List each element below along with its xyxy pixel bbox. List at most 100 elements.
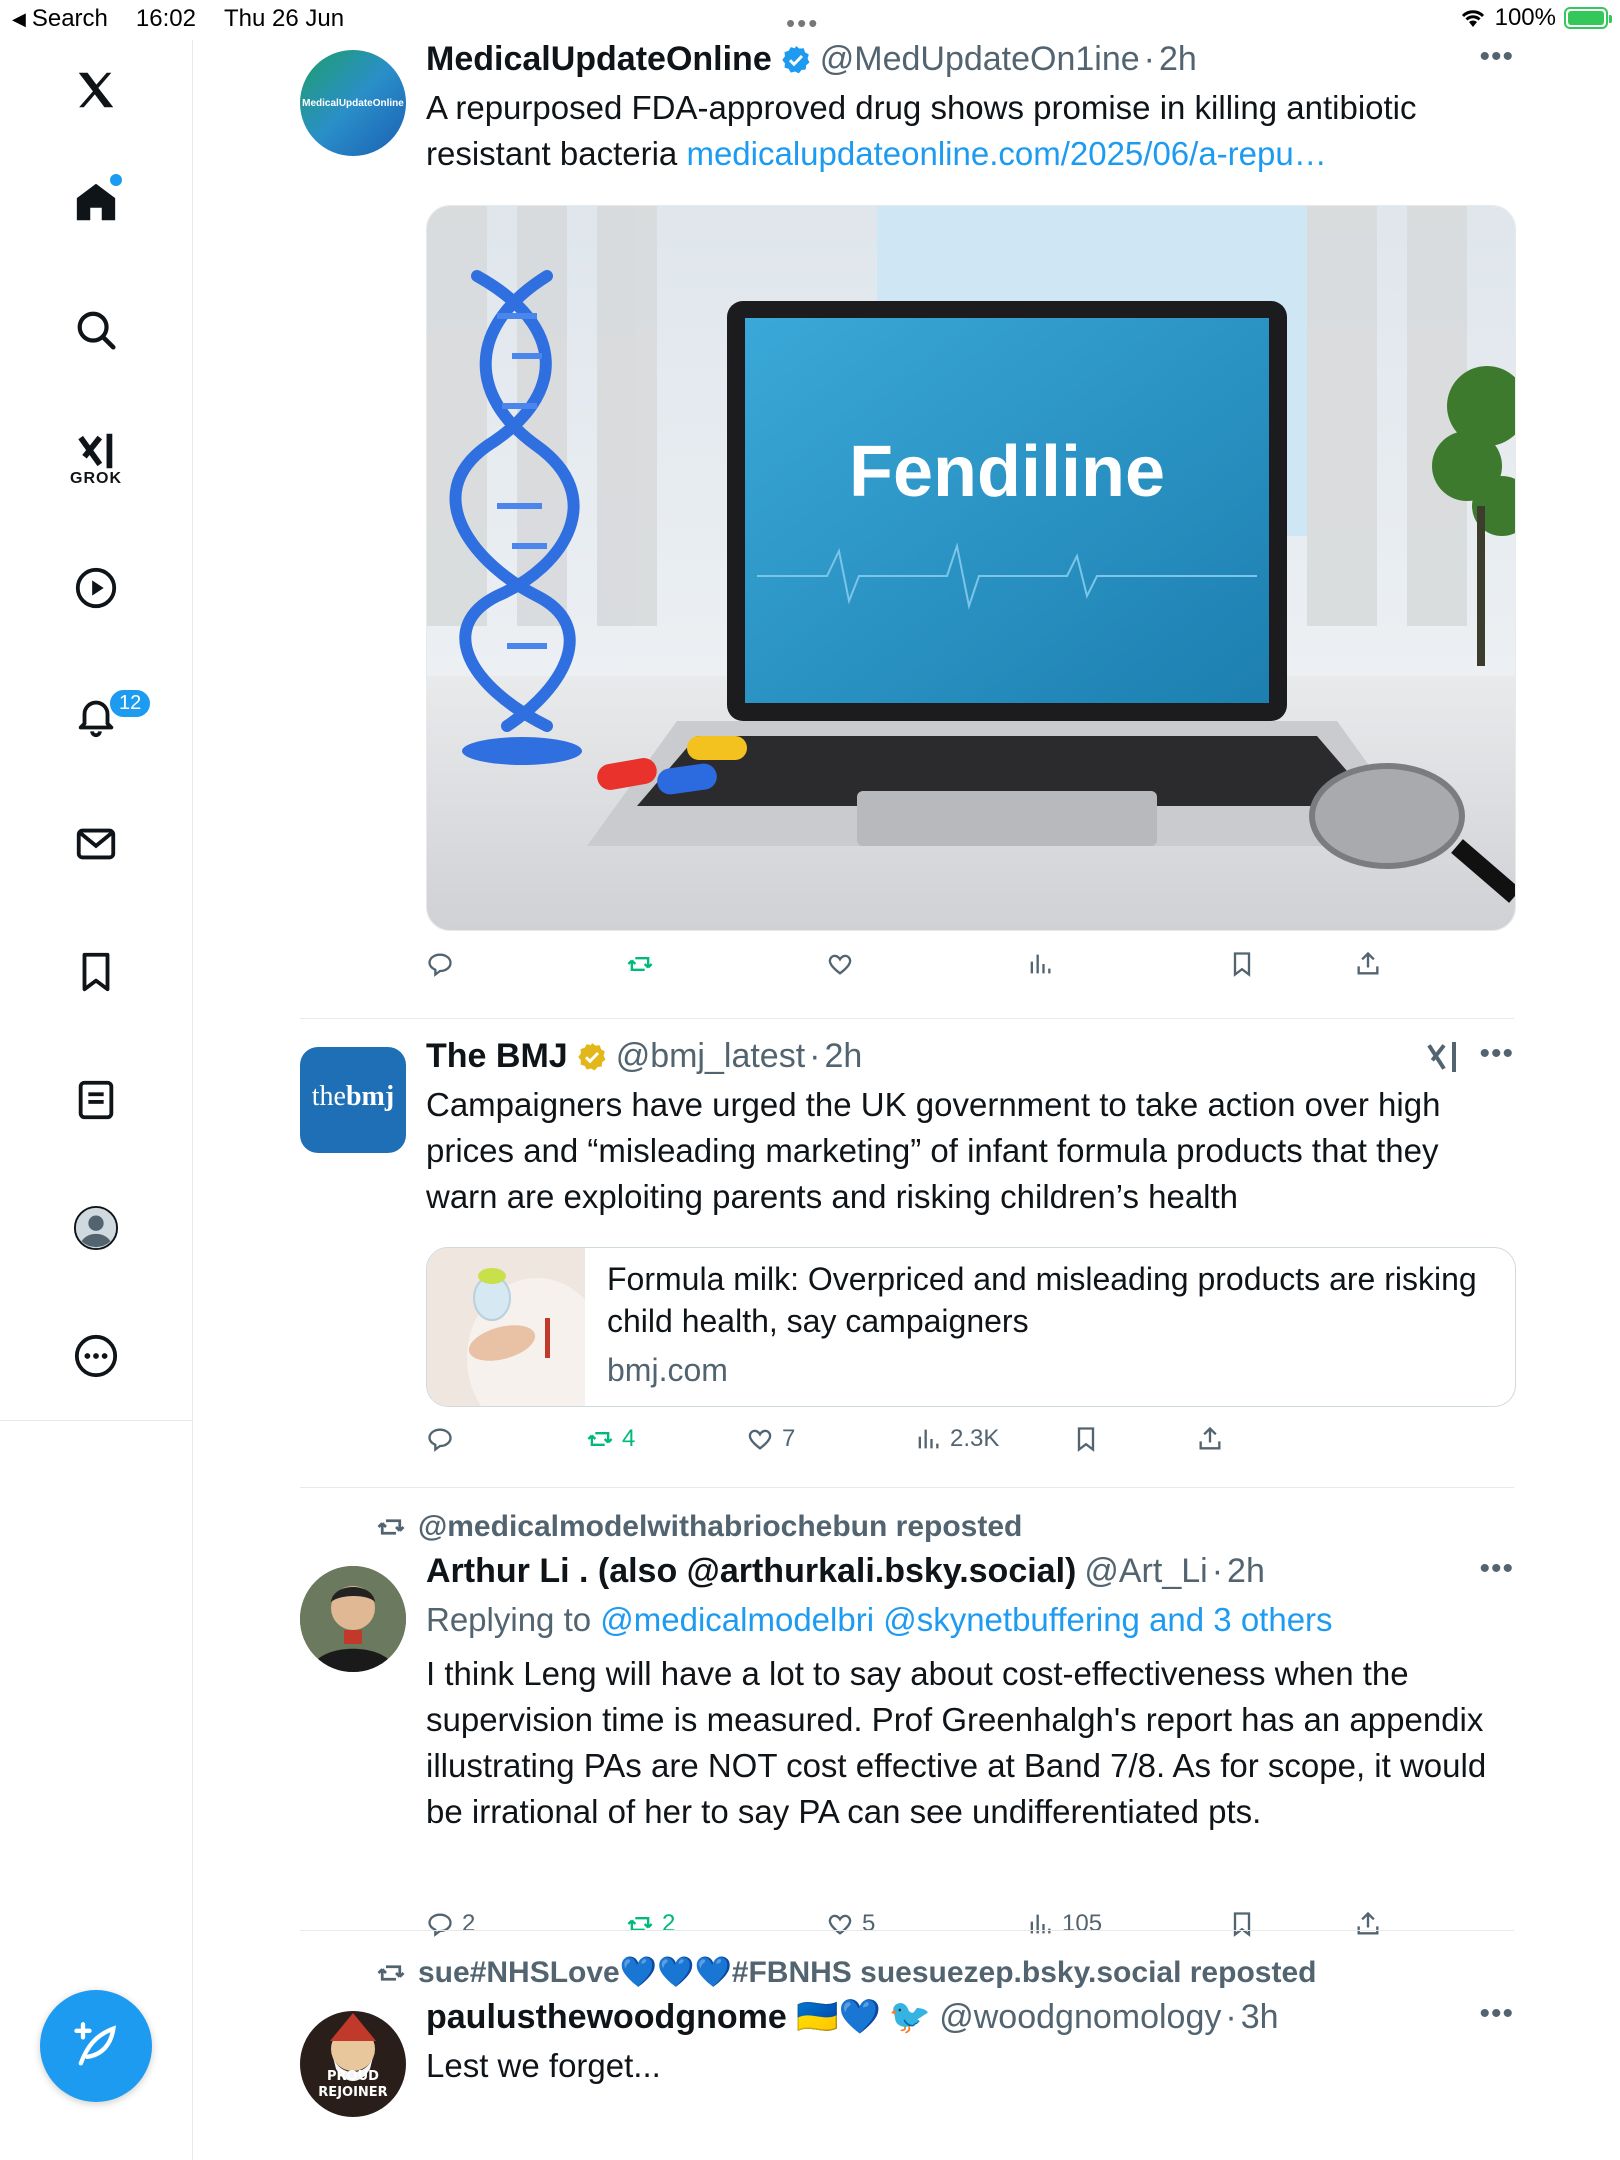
replying-to: Replying to @medicalmodelbri @skynetbuff… (426, 1601, 1514, 1639)
avatar-text-bmj: bmj (345, 1081, 395, 1112)
repost-button[interactable]: 2 (626, 1910, 675, 1938)
repost-attribution[interactable]: @medicalmodelwithabriochebun reposted (376, 1510, 1022, 1544)
replying-to-mentions[interactable]: @medicalmodelbri @skynetbuffering and 3 … (600, 1601, 1332, 1638)
post-time[interactable]: 2h (825, 1037, 863, 1076)
nav-home[interactable] (56, 162, 136, 242)
more-options-button[interactable]: ••• (1479, 1552, 1514, 1586)
grok-label: GROK (70, 470, 122, 487)
home-icon (76, 183, 116, 221)
meta-separator: · (809, 1037, 821, 1075)
reposted-by-label: @medicalmodelwithabriochebun reposted (418, 1510, 1023, 1543)
more-options-button[interactable]: ••• (1479, 1997, 1514, 2031)
twitter-bird-icon: 🐦 (888, 1998, 932, 2036)
nav-profile[interactable] (56, 1188, 136, 1268)
like-button[interactable] (826, 950, 862, 978)
author-name[interactable]: The BMJ (426, 1037, 568, 1076)
views-button[interactable] (1026, 950, 1062, 978)
sidebar: GROK 12 (0, 40, 193, 2160)
repost-button[interactable]: 4 (586, 1425, 635, 1453)
search-icon (77, 311, 116, 350)
more-options-button[interactable]: ••• (1479, 1037, 1514, 1071)
nav-video[interactable] (56, 548, 136, 628)
status-time: 16:02 (135, 5, 196, 32)
bookmark-icon (82, 952, 110, 992)
bookmark-button[interactable] (1228, 1910, 1256, 1938)
media-overlay-text: Fendiline (849, 432, 1165, 512)
tweet-text: Lest we forget... (426, 2047, 661, 2084)
tweet[interactable]: MedicalUpdateOnline MedicalUpdateOnline … (300, 40, 1516, 1020)
tweet-text: Campaigners have urged the UK government… (426, 1086, 1441, 1215)
author-name[interactable]: MedicalUpdateOnline (426, 40, 772, 79)
share-icon (1357, 1911, 1379, 1935)
bookmark-icon (1233, 952, 1251, 977)
x-logo-button[interactable] (56, 50, 136, 130)
share-button[interactable] (1196, 1425, 1224, 1453)
tweet-link[interactable]: medicalupdateonline.com/2025/06/a-repu… (686, 135, 1326, 172)
share-button[interactable] (1354, 950, 1382, 978)
avatar-text: PROUD REJOINER (318, 2069, 388, 2100)
reply-button[interactable] (426, 950, 462, 978)
repost-button[interactable] (626, 950, 662, 978)
views-button[interactable]: 2.3K (914, 1425, 999, 1453)
repost-count: 4 (622, 1425, 636, 1452)
link-card-domain: bmj.com (607, 1352, 728, 1388)
compose-post-button[interactable] (40, 1990, 152, 2102)
tweet[interactable]: @medicalmodelwithabriochebun reposted Ar… (300, 1510, 1514, 1940)
multitasking-dots-icon[interactable]: ••• (786, 8, 819, 39)
author-name[interactable]: paulusthewoodgnome 🇺🇦💙 (426, 1997, 881, 2037)
like-button[interactable]: 5 (826, 1910, 875, 1938)
like-button[interactable]: 7 (746, 1425, 795, 1453)
bookmark-button[interactable] (1228, 950, 1256, 978)
nav-messages[interactable] (56, 804, 136, 884)
avatar[interactable]: thebmj (300, 1047, 406, 1153)
avatar[interactable] (300, 1566, 406, 1672)
post-time[interactable]: 2h (1227, 1552, 1265, 1591)
post-time[interactable]: 2h (1159, 40, 1197, 79)
avatar[interactable]: MedicalUpdateOnline (300, 50, 406, 156)
grok-explain-icon[interactable] (1424, 1037, 1464, 1077)
x-logo-icon (78, 72, 114, 108)
nav-bookmarks[interactable] (56, 932, 136, 1012)
home-unread-dot (110, 174, 122, 186)
tweet-media-image[interactable]: Fendiline (426, 205, 1516, 931)
reply-icon (428, 953, 452, 977)
link-card-title: Formula milk: Overpriced and misleading … (607, 1261, 1477, 1339)
meta-separator: · (1143, 40, 1155, 78)
avatar[interactable]: PROUD REJOINER (300, 2011, 406, 2117)
bookmark-button[interactable] (1072, 1425, 1100, 1453)
author-handle[interactable]: @bmj_latest (616, 1037, 805, 1076)
more-options-button[interactable]: ••• (1479, 40, 1514, 74)
heart-icon (828, 954, 852, 975)
like-count: 5 (862, 1910, 876, 1937)
author-name[interactable]: Arthur Li . (also @arthurkali.bsky.socia… (426, 1552, 1076, 1591)
nav-notifications[interactable]: 12 (56, 676, 153, 756)
post-time[interactable]: 3h (1241, 1998, 1279, 2037)
nav-lists[interactable] (56, 1060, 136, 1140)
reply-button[interactable]: 2 (426, 1910, 475, 1938)
play-icon (75, 567, 117, 609)
back-arrow-icon: ◀ (12, 8, 26, 29)
nav-grok[interactable]: GROK (56, 418, 136, 498)
views-button[interactable]: 105 (1026, 1910, 1102, 1938)
author-handle[interactable]: @MedUpdateOn1ine (820, 40, 1140, 79)
grok-icon (78, 433, 113, 469)
repost-icon (627, 1917, 653, 1931)
views-chart-icon (1030, 1914, 1051, 1934)
reply-button[interactable] (426, 1425, 462, 1453)
notifications-badge: 12 (108, 688, 153, 719)
tweet-actions (426, 950, 1426, 990)
reply-count: 2 (462, 1910, 476, 1937)
mail-icon (76, 828, 116, 860)
tweet-text: I think Leng will have a lot to say abou… (426, 1655, 1487, 1830)
link-card[interactable]: Formula milk: Overpriced and misleading … (426, 1247, 1516, 1407)
battery-icon (1564, 7, 1612, 29)
tweet[interactable]: sue#NHSLove💙💙💙#FBNHS suesuezep.bsky.soci… (300, 1955, 1514, 2160)
repost-attribution[interactable]: sue#NHSLove💙💙💙#FBNHS suesuezep.bsky.soci… (376, 1955, 1316, 1990)
author-handle[interactable]: @Art_Li (1084, 1552, 1207, 1591)
author-handle[interactable]: @woodgnomology (939, 1998, 1221, 2037)
nav-more[interactable] (56, 1316, 136, 1396)
tweet[interactable]: thebmj The BMJ @bmj_latest · 2h ••• Camp… (300, 1037, 1516, 1497)
back-to-search-button[interactable]: ◀ Search (12, 5, 108, 33)
share-button[interactable] (1354, 1910, 1382, 1938)
nav-explore[interactable] (56, 290, 136, 370)
